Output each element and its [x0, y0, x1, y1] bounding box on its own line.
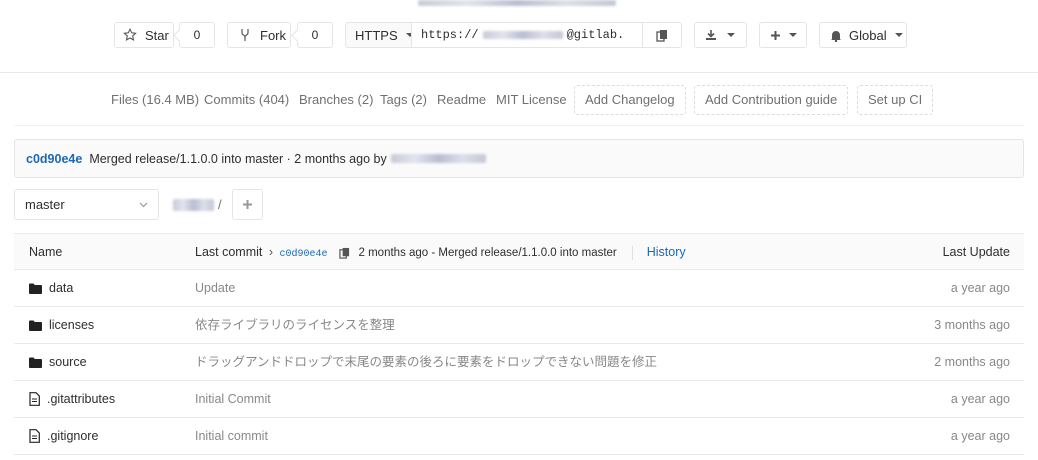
- commit-message-link[interactable]: 依存ライブラリのライセンスを整理: [195, 307, 395, 343]
- last-commit-banner: c0d90e4e Merged release/1.1.0.0 into mas…: [14, 139, 1024, 178]
- table-row[interactable]: .gitattributes Initial Commit a year ago: [14, 381, 1024, 418]
- column-last-update-header: Last Update: [942, 245, 1010, 259]
- notification-dropdown[interactable]: Global: [819, 22, 907, 48]
- chevron-down-icon: [894, 33, 903, 37]
- file-icon: [29, 429, 40, 443]
- commit-sha-link[interactable]: c0d90e4e: [26, 152, 82, 166]
- file-name[interactable]: data: [49, 270, 73, 306]
- folder-icon: [29, 357, 42, 368]
- plus-icon: [771, 30, 780, 40]
- file-name-cell[interactable]: source: [29, 344, 87, 380]
- table-row[interactable]: data Update a year ago: [14, 270, 1024, 307]
- clone-url-input[interactable]: https:// @gitlab.: [411, 22, 643, 48]
- file-name[interactable]: source: [49, 344, 87, 380]
- stat-tags-link[interactable]: Tags (2): [380, 85, 427, 115]
- chevron-down-icon: [727, 33, 735, 37]
- stat-branches-link[interactable]: Branches (2): [299, 85, 373, 115]
- project-action-bar: Star 0 Fork 0 HTTPS https:// @gitlab. Gl…: [0, 22, 1038, 50]
- star-label: Star: [145, 27, 169, 43]
- add-to-tree-button[interactable]: [232, 189, 263, 220]
- commit-message-link[interactable]: Initial commit: [195, 418, 268, 454]
- star-button[interactable]: Star: [114, 22, 174, 48]
- commit-message-link[interactable]: ドラッグアンドドロップで末尾の要素の後ろに要素をドロップできない問題を修正: [195, 344, 657, 380]
- clone-url-suffix: @gitlab.: [566, 28, 625, 42]
- stat-license-link[interactable]: MIT License: [496, 85, 567, 115]
- file-name[interactable]: .gitignore: [47, 418, 98, 454]
- header-commit-info: 2 months ago - Merged release/1.1.0.0 in…: [358, 247, 617, 259]
- breadcrumb-separator: /: [218, 197, 222, 212]
- fork-count[interactable]: 0: [297, 22, 333, 48]
- header-divider: [0, 72, 1038, 73]
- clone-url-prefix: https://: [421, 28, 479, 42]
- chevron-down-icon: [139, 202, 148, 208]
- new-item-dropdown[interactable]: [759, 22, 807, 48]
- copy-url-button[interactable]: [642, 22, 682, 48]
- download-icon: [706, 30, 716, 40]
- table-row[interactable]: licenses 依存ライブラリのライセンスを整理 3 months ago: [14, 307, 1024, 344]
- file-name-cell[interactable]: licenses: [29, 307, 94, 343]
- file-name[interactable]: .gitattributes: [47, 381, 115, 417]
- stat-commits-link[interactable]: Commits (404): [204, 85, 289, 115]
- clipboard-icon: [656, 29, 667, 42]
- column-name-header: Name: [29, 245, 63, 259]
- add-contribution-guide-button[interactable]: Add Contribution guide: [694, 85, 849, 115]
- file-name-cell[interactable]: .gitattributes: [29, 381, 115, 417]
- download-dropdown[interactable]: [694, 22, 747, 48]
- table-row[interactable]: .gitignore Initial commit a year ago: [14, 418, 1024, 455]
- file-tree-table: Name Last commit › c0d90e4e 2 months ago…: [14, 233, 1024, 455]
- table-row[interactable]: source ドラッグアンドドロップで末尾の要素の後ろに要素をドロップできない問…: [14, 344, 1024, 381]
- protocol-dropdown[interactable]: HTTPS: [345, 22, 414, 48]
- stat-readme-link[interactable]: Readme: [437, 85, 486, 115]
- setup-ci-button[interactable]: Set up CI: [857, 85, 934, 115]
- section-divider: [14, 125, 1024, 126]
- fork-button[interactable]: Fork: [227, 22, 291, 48]
- history-link[interactable]: History: [647, 245, 686, 259]
- stat-files-link[interactable]: Files (16.4 MB): [111, 85, 199, 115]
- header-separator: [632, 245, 634, 260]
- folder-icon: [29, 320, 42, 331]
- redacted-clone-host: [482, 31, 563, 39]
- project-stats-nav: Files (16.4 MB) Commits (404) Branches (…: [0, 85, 1038, 115]
- redacted-repo-path[interactable]: [173, 198, 214, 211]
- header-commit-sha-link[interactable]: c0d90e4e: [280, 249, 328, 260]
- file-name-cell[interactable]: .gitignore: [29, 418, 98, 454]
- last-update-cell: 3 months ago: [934, 318, 1010, 332]
- commit-message-link[interactable]: Initial Commit: [195, 381, 271, 417]
- chevron-right-icon: ›: [268, 245, 274, 259]
- branch-selector-value: master: [25, 197, 65, 212]
- last-commit-label: Last commit: [195, 245, 263, 259]
- branch-selector[interactable]: master: [14, 189, 159, 220]
- commit-message: Merged release/1.1.0.0 into master · 2 m…: [89, 151, 387, 166]
- add-changelog-button[interactable]: Add Changelog: [574, 85, 686, 115]
- file-icon: [29, 392, 40, 406]
- clipboard-icon[interactable]: [339, 247, 350, 259]
- fork-label: Fork: [260, 27, 286, 43]
- column-last-commit-header: Last commit › c0d90e4e 2 months ago - Me…: [195, 234, 686, 270]
- star-count[interactable]: 0: [179, 22, 215, 48]
- last-update-cell: a year ago: [950, 429, 1010, 443]
- notification-label: Global: [849, 27, 887, 43]
- table-header: Name Last commit › c0d90e4e 2 months ago…: [14, 233, 1024, 270]
- last-update-cell: a year ago: [950, 392, 1010, 406]
- file-name[interactable]: licenses: [49, 307, 94, 343]
- commit-message-link[interactable]: Update: [195, 270, 235, 306]
- protocol-label: HTTPS: [355, 27, 398, 43]
- fork-icon: [241, 29, 249, 41]
- redacted-commit-author: [390, 154, 486, 163]
- folder-icon: [29, 283, 42, 294]
- file-name-cell[interactable]: data: [29, 270, 73, 306]
- star-icon: [123, 28, 137, 41]
- last-update-cell: a year ago: [950, 281, 1010, 295]
- plus-icon: [243, 200, 252, 209]
- redacted-project-title: [418, 0, 616, 6]
- breadcrumb: /: [173, 197, 222, 212]
- chevron-down-icon: [789, 33, 797, 37]
- bell-icon: [831, 30, 841, 42]
- last-update-cell: 2 months ago: [934, 355, 1010, 369]
